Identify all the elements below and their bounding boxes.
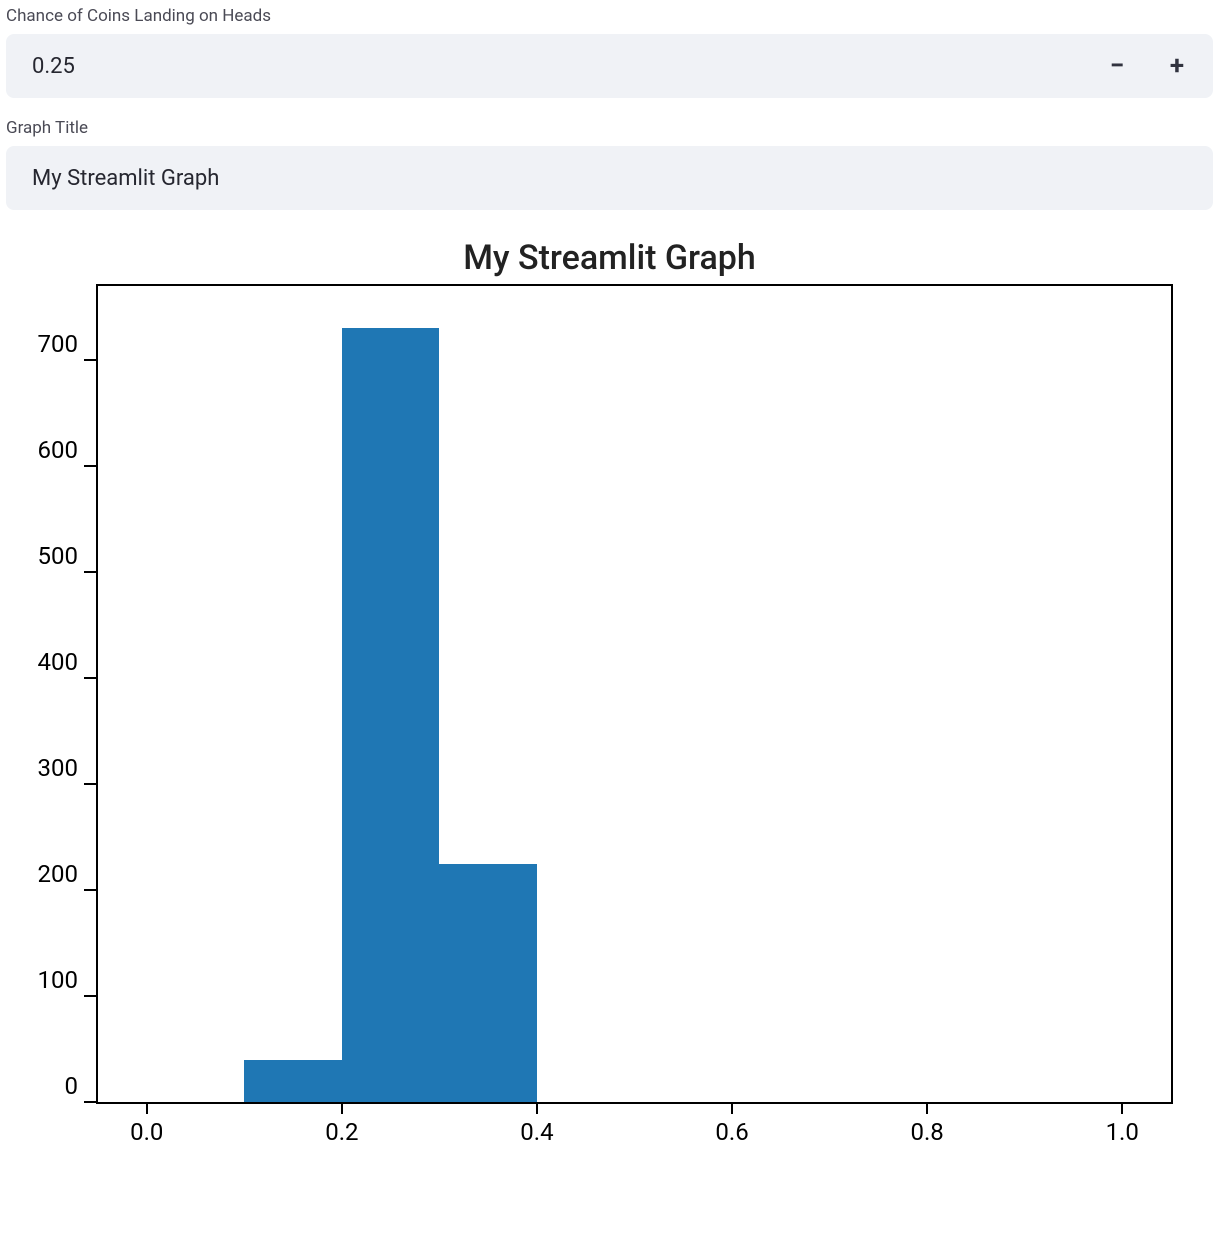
y-tick-label: 400 [18,648,78,676]
y-tick [84,677,96,679]
y-tick-label: 500 [18,542,78,570]
y-tick [84,783,96,785]
y-tick [84,571,96,573]
x-tick [146,1102,148,1114]
y-tick [84,889,96,891]
y-tick-label: 200 [18,860,78,888]
x-tick-label: 1.0 [1106,1118,1139,1146]
x-tick [926,1102,928,1114]
y-tick-label: 700 [18,330,78,358]
title-input-label: Graph Title [6,118,1219,138]
y-tick [84,359,96,361]
x-tick [536,1102,538,1114]
chart-bar [439,864,537,1102]
chart-title: My Streamlit Graph [6,238,1213,278]
y-tick-label: 0 [18,1072,78,1100]
y-tick [84,465,96,467]
chance-input-label: Chance of Coins Landing on Heads [6,6,1219,26]
x-tick [341,1102,343,1114]
x-tick-label: 0.6 [715,1118,748,1146]
x-tick-label: 0.0 [130,1118,163,1146]
x-tick [1121,1102,1123,1114]
chance-number-input[interactable]: − + [6,34,1213,98]
plus-icon[interactable]: + [1165,53,1189,79]
chance-input-field[interactable] [30,53,1105,80]
y-tick-label: 300 [18,754,78,782]
title-input-field[interactable] [30,165,1189,192]
y-tick [84,1101,96,1103]
chart: My Streamlit Graph 010020030040050060070… [6,238,1213,1104]
chart-bar [342,328,440,1102]
title-text-input[interactable] [6,146,1213,210]
x-tick [731,1102,733,1114]
x-tick-label: 0.2 [325,1118,358,1146]
x-tick-label: 0.4 [520,1118,553,1146]
y-tick-label: 600 [18,436,78,464]
y-tick-label: 100 [18,966,78,994]
chart-bar [244,1060,342,1102]
chance-stepper: − + [1105,53,1189,79]
x-tick-label: 0.8 [910,1118,943,1146]
minus-icon[interactable]: − [1105,53,1129,79]
y-tick [84,995,96,997]
chart-plot-area: 0100200300400500600700 0.00.20.40.60.81.… [96,284,1173,1104]
